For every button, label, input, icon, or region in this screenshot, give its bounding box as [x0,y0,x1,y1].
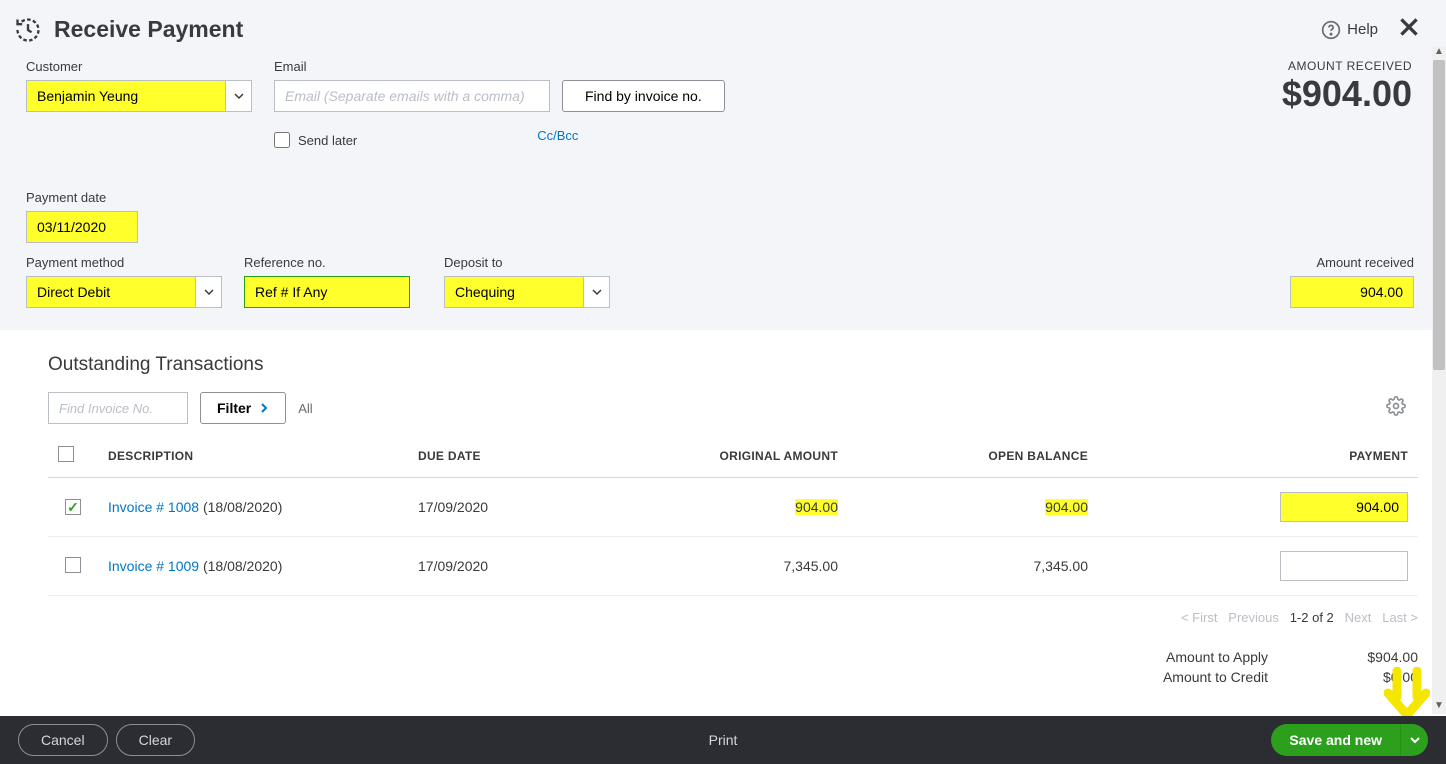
row-checkbox[interactable] [65,499,81,515]
scrollbar-thumb[interactable] [1433,60,1445,370]
pager-last[interactable]: Last > [1382,610,1418,625]
deposit-to-group: Deposit to [444,255,610,308]
payment-date-label: Payment date [26,190,138,205]
email-input[interactable] [274,80,550,112]
clear-button[interactable]: Clear [116,724,195,756]
pager-next[interactable]: Next [1345,610,1372,625]
customer-dropdown-button[interactable] [226,80,252,112]
col-open-balance: OPEN BALANCE [848,434,1098,478]
invoice-link[interactable]: Invoice # 1008 [108,499,199,515]
pager-first[interactable]: < First [1181,610,1217,625]
cancel-button[interactable]: Cancel [18,724,108,756]
outstanding-title: Outstanding Transactions [48,354,1418,376]
transactions-table: DESCRIPTION DUE DATE ORIGINAL AMOUNT OPE… [48,434,1418,596]
page-title: Receive Payment [54,16,1321,43]
pager: < First Previous 1-2 of 2 Next Last > [48,610,1418,625]
payment-date-input[interactable] [26,211,138,243]
cc-bcc-link[interactable]: Cc/Bcc [537,128,578,143]
col-payment: PAYMENT [1098,434,1418,478]
amount-received-field-group: Amount received [1290,255,1414,308]
chevron-down-icon [1410,735,1420,745]
payment-date-group: Payment date [26,190,138,243]
help-link[interactable]: Help [1321,20,1378,40]
footer-bar: Cancel Clear Print Save and new [0,716,1446,764]
form-area: Customer Email Find by invoice no. Send … [0,53,1446,330]
filter-all-label: All [298,401,312,416]
payment-method-dropdown-button[interactable] [196,276,222,308]
customer-label: Customer [26,59,252,74]
save-and-new-button[interactable]: Save and new [1271,724,1400,756]
close-icon[interactable] [1396,14,1422,45]
find-by-invoice-button[interactable]: Find by invoice no. [562,80,725,112]
deposit-to-dropdown-button[interactable] [584,276,610,308]
scrollbar[interactable] [1432,60,1446,714]
reference-no-input[interactable] [244,276,410,308]
select-all-checkbox[interactable] [58,446,74,462]
chevron-down-icon [204,287,214,297]
totals: Amount to Apply$904.00 Amount to Credit$… [48,649,1418,685]
outstanding-section: Outstanding Transactions Filter All DESC… [0,330,1446,685]
col-original-amount: ORIGINAL AMOUNT [608,434,848,478]
history-icon[interactable] [14,16,42,44]
col-due-date: DUE DATE [408,434,608,478]
scroll-down-icon[interactable]: ▼ [1432,700,1446,714]
save-dropdown-button[interactable] [1400,724,1428,756]
email-group: Email Find by invoice no. Send later Cc/… [274,59,725,148]
find-invoice-input[interactable] [48,392,188,424]
amount-received-display: AMOUNT RECEIVED $904.00 [1282,59,1412,115]
payment-input[interactable] [1280,551,1408,581]
customer-input[interactable] [26,80,226,112]
reference-no-group: Reference no. [244,255,410,308]
chevron-down-icon [234,91,244,101]
pager-current: 1-2 of 2 [1290,610,1334,625]
page-header: Receive Payment Help [0,0,1446,53]
payment-input[interactable] [1280,492,1408,522]
customer-group: Customer [26,59,252,148]
help-icon [1321,20,1341,40]
email-label: Email [274,59,725,74]
pager-prev[interactable]: Previous [1228,610,1279,625]
print-link[interactable]: Print [709,732,738,748]
chevron-down-icon [592,287,602,297]
chevron-right-icon [259,403,269,413]
send-later-checkbox[interactable]: Send later [274,132,357,148]
gear-icon[interactable] [1386,396,1406,421]
filter-button[interactable]: Filter [200,392,286,424]
row-checkbox[interactable] [65,557,81,573]
table-row: Invoice # 1009 (18/08/2020) 17/09/2020 7… [48,537,1418,596]
scroll-up-icon[interactable]: ▲ [1432,46,1446,60]
invoice-link[interactable]: Invoice # 1009 [108,558,199,574]
table-row: Invoice # 1008 (18/08/2020) 17/09/2020 9… [48,478,1418,537]
deposit-to-input[interactable] [444,276,584,308]
amount-received-input[interactable] [1290,276,1414,308]
payment-method-group: Payment method [26,255,222,308]
payment-method-input[interactable] [26,276,196,308]
col-description: DESCRIPTION [98,434,408,478]
